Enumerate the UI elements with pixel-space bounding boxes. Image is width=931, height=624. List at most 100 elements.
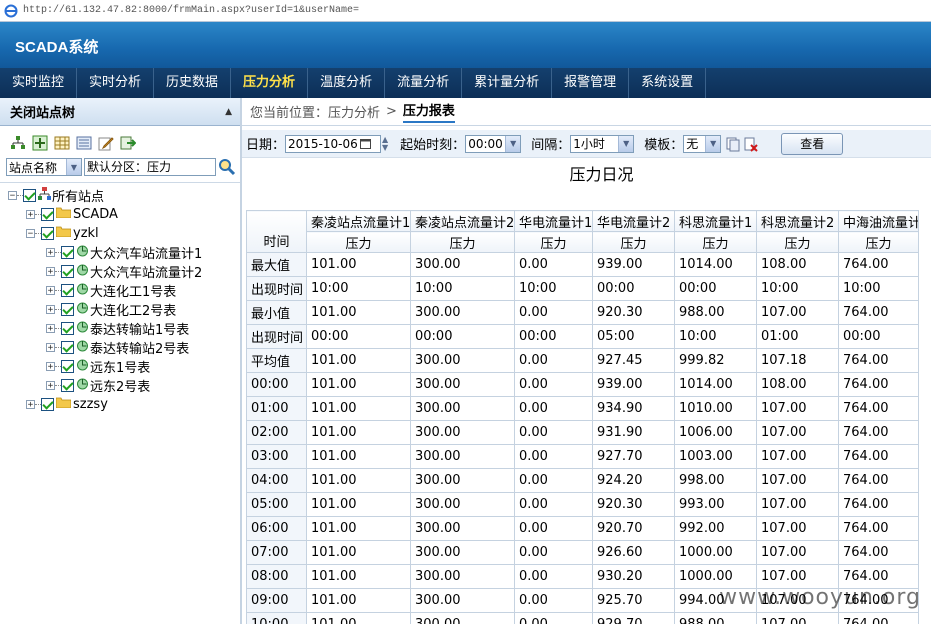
list-view-icon[interactable] — [76, 135, 92, 151]
menu-item-1[interactable]: 实时监控 — [0, 68, 78, 98]
menu-item-6[interactable]: 流量分析 — [385, 68, 463, 98]
template-copy-icon[interactable] — [725, 136, 741, 152]
menu-item-8[interactable]: 报警管理 — [552, 68, 630, 98]
table-cell: 988.00 — [674, 612, 757, 624]
tree-node-label[interactable]: 大众汽车站流量计2 — [90, 262, 202, 281]
tree-node-label[interactable]: 所有站点 — [52, 186, 104, 205]
template-delete-icon[interactable] — [743, 136, 759, 152]
tree-leaf[interactable]: + 远东1号表 — [8, 357, 202, 376]
search-type-select[interactable]: 站点名称 ▼ — [6, 158, 82, 176]
tree-leaf[interactable]: + 大众汽车站流量计2 — [8, 262, 202, 281]
table-cell: 764.00 — [838, 372, 919, 397]
menu-item-5[interactable]: 温度分析 — [308, 68, 386, 98]
expand-icon[interactable]: + — [46, 381, 55, 391]
chevron-down-icon[interactable]: ▼ — [705, 135, 721, 152]
chevron-down-icon[interactable]: ▼ — [618, 135, 634, 152]
chevron-down-icon[interactable]: ▼ — [505, 135, 521, 152]
menu-item-9[interactable]: 系统设置 — [629, 68, 707, 98]
meter-icon — [76, 339, 90, 356]
row-label: 01:00 — [246, 396, 307, 421]
tree-group-yzkl[interactable]: − yzkl — [8, 224, 202, 243]
collapse-icon[interactable]: − — [26, 229, 35, 239]
expand-icon[interactable]: + — [46, 362, 55, 372]
interval-select[interactable]: 1小时 ▼ — [570, 134, 635, 153]
expand-icon[interactable]: + — [26, 400, 35, 410]
tree-structure-icon[interactable] — [10, 135, 26, 151]
row-label: 出现时间 — [246, 276, 307, 301]
export-icon[interactable] — [120, 135, 136, 151]
tree-group-SCADA[interactable]: + SCADA — [8, 205, 202, 224]
expand-icon[interactable]: + — [46, 267, 55, 277]
expand-icon[interactable]: + — [46, 343, 55, 353]
watermark: www.wooyun.org — [719, 585, 921, 610]
header-row: 时间 秦凌站点流量计1 秦凌站点流量计2 华电流量计1 华电流量计2 科思流量计1 科思流量… — [246, 210, 919, 253]
tree-checkbox[interactable] — [61, 360, 74, 373]
tree-node-label[interactable]: 大连化工1号表 — [90, 281, 176, 300]
tree-checkbox[interactable] — [61, 284, 74, 297]
tree-leaf[interactable]: + 大众汽车站流量计1 — [8, 243, 202, 262]
expand-icon[interactable]: + — [46, 324, 55, 334]
tree-node-label[interactable]: SCADA — [73, 207, 118, 222]
tree-leaf[interactable]: + 大连化工2号表 — [8, 300, 202, 319]
calendar-icon[interactable] — [359, 138, 371, 149]
tree-checkbox[interactable] — [61, 246, 74, 259]
expand-icon[interactable]: + — [46, 248, 55, 258]
expand-icon[interactable]: + — [46, 286, 55, 296]
menu-item-7[interactable]: 累计量分析 — [462, 68, 553, 98]
collapse-up-icon[interactable]: ▲ — [225, 107, 232, 117]
address-url[interactable]: http://61.132.47.82:8000/frmMain.aspx?us… — [23, 5, 359, 16]
start-time-select[interactable]: 00:00 ▼ — [465, 134, 522, 153]
collapse-icon[interactable]: − — [8, 191, 17, 201]
tree-checkbox[interactable] — [41, 208, 54, 221]
tree-node-label[interactable]: 大众汽车站流量计1 — [90, 243, 202, 262]
tree-group-szzsy[interactable]: + szzsy — [8, 395, 202, 414]
template-select[interactable]: 无 ▼ — [683, 134, 722, 153]
tree-checkbox[interactable] — [61, 341, 74, 354]
date-value[interactable]: 2015-10-06 — [286, 137, 358, 151]
table-cell: 101.00 — [306, 444, 411, 469]
tree-leaf[interactable]: + 泰达转输站1号表 — [8, 319, 202, 338]
tree-checkbox[interactable] — [61, 303, 74, 316]
tree-node-label[interactable]: yzkl — [73, 226, 99, 241]
table-cell: 993.00 — [674, 492, 757, 517]
tree-leaf[interactable]: + 远东2号表 — [8, 376, 202, 395]
table-cell: 101.00 — [306, 516, 411, 541]
menu-item-4[interactable]: 压力分析 — [231, 68, 309, 98]
date-spinner[interactable]: ▲ ▼ — [382, 135, 388, 152]
chevron-down-icon[interactable]: ▼ — [66, 159, 81, 175]
tree-root[interactable]: − 所有站点 — [8, 186, 202, 205]
tree-checkbox[interactable] — [61, 379, 74, 392]
search-input[interactable]: 默认分区：压力 — [84, 158, 216, 176]
tree-node-label[interactable]: 远东1号表 — [90, 357, 150, 376]
column-header: 秦凌站点流量计1 — [306, 210, 411, 232]
query-button[interactable]: 查看 — [781, 132, 844, 155]
expand-icon[interactable]: + — [46, 305, 55, 315]
tree-checkbox[interactable] — [61, 265, 74, 278]
tree-leaf[interactable]: + 泰达转输站2号表 — [8, 338, 202, 357]
expand-icon[interactable]: + — [26, 210, 35, 220]
tree-checkbox[interactable] — [61, 322, 74, 335]
menu-item-3[interactable]: 历史数据 — [154, 68, 232, 98]
table-cell: 107.00 — [756, 444, 839, 469]
menu-item-2[interactable]: 实时分析 — [77, 68, 155, 98]
edit-icon[interactable] — [98, 135, 114, 151]
tree-node-label[interactable]: szzsy — [73, 397, 108, 412]
interval-value: 1小时 — [573, 137, 605, 151]
tree-node-label[interactable]: 远东2号表 — [90, 376, 150, 395]
tree-checkbox[interactable] — [41, 398, 54, 411]
address-bar[interactable]: http://61.132.47.82:8000/frmMain.aspx?us… — [0, 0, 931, 22]
sidebar-title[interactable]: 关闭站点树 — [10, 102, 75, 121]
sidebar: 关闭站点树 ▲ 站点名称 ▼ 默认分区：压力 − 所有站点 + SCADA − yzkl +… — [0, 98, 242, 624]
expand-all-icon[interactable] — [32, 135, 48, 151]
tree-node-label[interactable]: 泰达转输站2号表 — [90, 338, 189, 357]
tree-leaf[interactable]: + 大连化工1号表 — [8, 281, 202, 300]
tree-checkbox[interactable] — [23, 189, 36, 202]
grid-view-icon[interactable] — [54, 135, 70, 151]
tree-node-label[interactable]: 大连化工2号表 — [90, 300, 176, 319]
search-icon[interactable] — [218, 158, 236, 176]
tree-checkbox[interactable] — [41, 227, 54, 240]
report-table-container[interactable]: 时间 秦凌站点流量计1 秦凌站点流量计2 华电流量计1 华电流量计2 科思流量计1 科思流量… — [246, 210, 931, 624]
table-cell: 00:00 — [592, 276, 675, 301]
date-field[interactable]: 2015-10-06 — [285, 134, 382, 153]
tree-node-label[interactable]: 泰达转输站1号表 — [90, 319, 189, 338]
